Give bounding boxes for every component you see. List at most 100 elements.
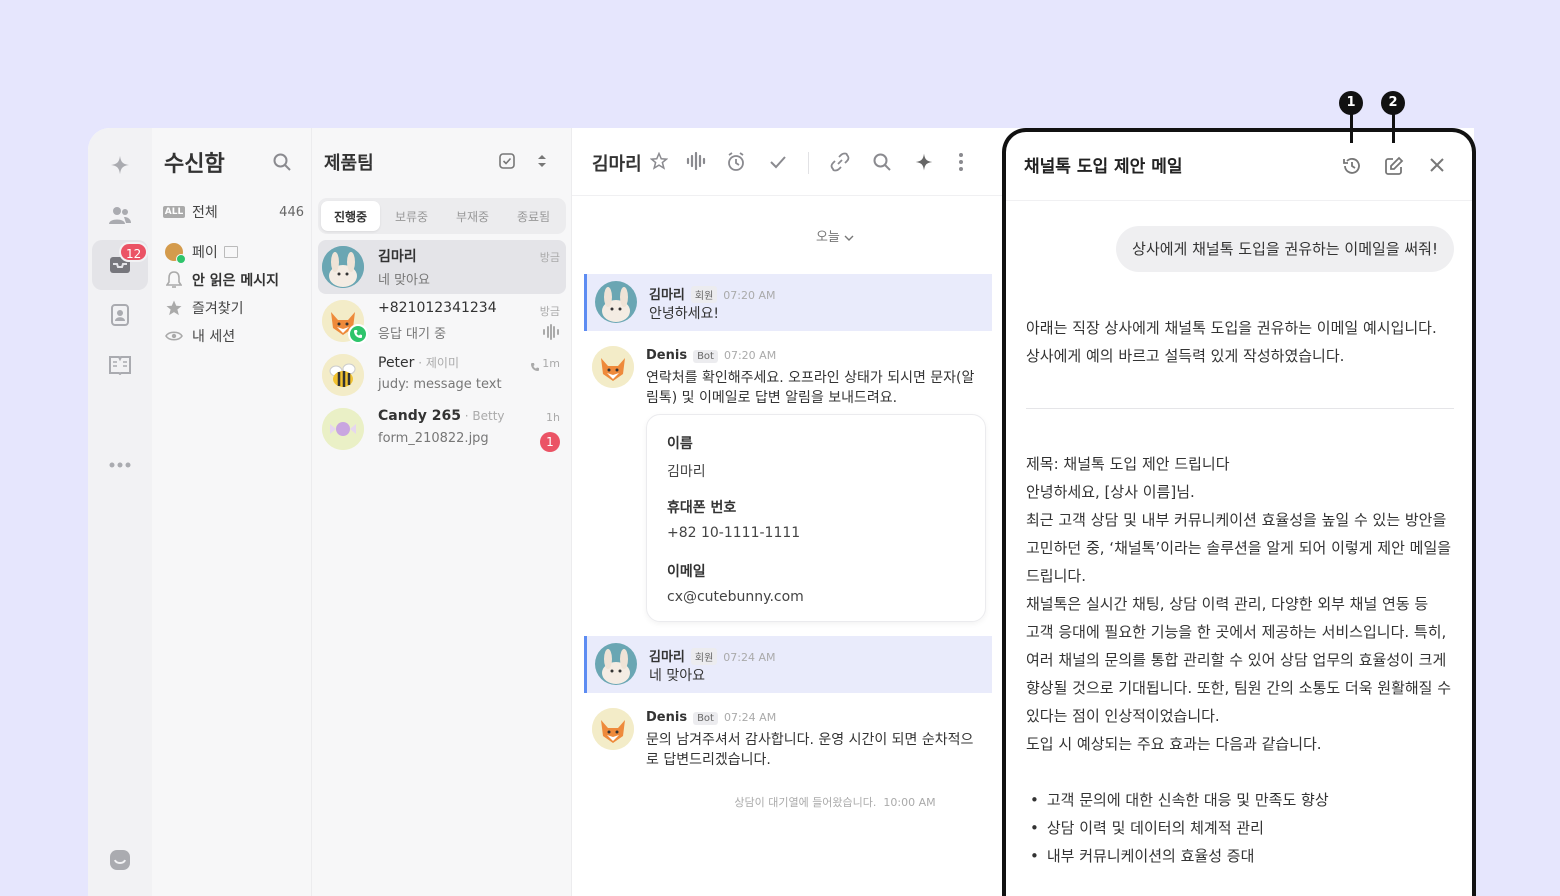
conversation-title: 김마리 — [592, 154, 642, 175]
email-paragraph-2: 채널톡은 실시간 채팅, 상담 이력 관리, 다양한 외부 채널 연동 등 고객… — [1026, 595, 1452, 725]
fox-avatar — [592, 708, 634, 750]
alarm-clock-icon[interactable] — [726, 152, 746, 176]
chat-list-item[interactable]: +821012341234 응답 대기 중 방금 — [318, 294, 566, 348]
team-icon[interactable] — [92, 190, 148, 240]
chat-preview: 응답 대기 중 — [378, 327, 447, 342]
list-item: 상담 이력 및 데이터의 체계적 관리 — [1030, 814, 1450, 842]
chat-time: 1m — [542, 357, 560, 370]
chat-time: 1h — [546, 411, 560, 424]
document-icon[interactable] — [92, 340, 148, 390]
list-item: 고객 문의에 대한 신속한 대응 및 만족도 향상 — [1030, 786, 1450, 814]
sort-icon[interactable] — [536, 152, 548, 174]
eye-icon — [164, 326, 184, 346]
chat-list-panel: 제품팀 진행중 보류중 부재중 종료됨 김마리 네 맞아요 방금 +821012… — [312, 128, 572, 896]
nav-item-my-sessions[interactable]: 내 세션 — [164, 324, 304, 348]
panel-divider — [1006, 200, 1472, 201]
bunny-avatar — [322, 246, 364, 288]
chat-name: +821012341234 — [378, 300, 497, 316]
chat-list-item[interactable]: 김마리 네 맞아요 방금 — [318, 240, 566, 294]
inbox-title: 수신함 — [164, 152, 225, 177]
pay-avatar — [164, 242, 186, 264]
conversation-header: 김마리 — [572, 128, 1002, 196]
audio-wave-icon[interactable] — [686, 151, 706, 174]
tab-in-progress[interactable]: 진행중 — [321, 201, 380, 231]
bell-icon — [164, 270, 184, 290]
search-icon[interactable] — [872, 152, 892, 176]
nav-item-unread[interactable]: 안 읽은 메시지 — [164, 268, 304, 292]
all-count: 446 — [279, 204, 304, 220]
email-paragraph-1: 최근 고객 상담 및 내부 커뮤니케이션 효율성을 높일 수 있는 방안을 고민… — [1026, 511, 1452, 585]
message-sender: 김마리 회원 07:24 AM — [649, 648, 776, 665]
bee-avatar — [322, 354, 364, 396]
history-icon[interactable] — [1342, 156, 1362, 180]
message[interactable]: Denis Bot 07:24 AM 문의 남겨주셔서 감사합니다. 운영 시간이 … — [584, 702, 992, 772]
chat-logo-icon[interactable] — [92, 835, 148, 885]
response-intro: 아래는 직장 상사에게 채널톡 도입을 권유하는 이메일 예시입니다. 상사에게… — [1026, 319, 1437, 365]
building-icon — [223, 246, 238, 258]
chat-preview: 네 맞아요 — [378, 273, 430, 288]
message-text: 문의 남겨주셔서 감사합니다. 운영 시간이 되면 순차적으로 답변드리겠습니다… — [646, 732, 974, 768]
header-divider — [808, 152, 809, 174]
chat-preview: judy: message text — [378, 377, 502, 392]
benefit-list: 고객 문의에 대한 신속한 대응 및 만족도 향상 상담 이력 및 데이터의 체… — [1030, 786, 1450, 870]
icon-rail: 12 AI — [88, 128, 152, 896]
message-sender: Denis Bot 07:24 AM — [646, 710, 777, 725]
edit-icon[interactable] — [1384, 156, 1404, 180]
sparkle-icon[interactable] — [914, 152, 934, 176]
check-square-icon[interactable] — [498, 152, 516, 174]
form-value-name: 김마리 — [667, 464, 706, 480]
close-icon[interactable] — [1428, 156, 1446, 178]
response-divider — [1026, 408, 1454, 409]
bunny-avatar — [595, 643, 637, 685]
link-icon[interactable] — [830, 152, 850, 176]
callout-2-line — [1392, 113, 1395, 143]
tab-on-hold[interactable]: 보류중 — [382, 201, 441, 231]
nav-item-pay[interactable]: 페이 — [164, 240, 304, 264]
nav-item-favorites[interactable]: 즐겨찾기 — [164, 296, 304, 320]
message[interactable]: Denis Bot 07:20 AM 연락처를 확인해주세요. 오프라인 상태가 되… — [584, 340, 992, 410]
phone-call-icon — [348, 324, 368, 344]
chat-list-item[interactable]: Candy 265 · Betty form_210822.jpg 1h 1 — [318, 402, 566, 456]
form-label-email: 이메일 — [667, 564, 706, 580]
chat-time: 방금 — [539, 251, 560, 264]
form-label-name: 이름 — [667, 436, 693, 452]
unread-badge: 1 — [540, 432, 560, 452]
callout-2: 2 — [1381, 91, 1405, 115]
chat-time: 방금 — [539, 305, 560, 318]
nav-item-all[interactable]: ALL 전체 446 — [162, 200, 304, 224]
tab-missed[interactable]: 부재중 — [443, 201, 502, 231]
conversation-panel: 김마리 오늘 김마리 회원 07:20 AM 안녕하세요! Denis Bot … — [572, 128, 1002, 896]
candy-avatar — [322, 408, 364, 450]
message-text: 연락처를 확인해주세요. 오프라인 상태가 되시면 문자(알림톡) 및 이메일로… — [646, 370, 975, 406]
bunny-avatar — [595, 281, 637, 323]
chat-preview: form_210822.jpg — [378, 431, 489, 446]
form-label-phone: 휴대폰 번호 — [667, 500, 737, 516]
status-tabs: 진행중 보류중 부재중 종료됨 — [318, 198, 566, 234]
sparkle-icon[interactable] — [92, 140, 148, 190]
message-sender: Denis Bot 07:20 AM — [646, 348, 777, 363]
check-icon[interactable] — [768, 152, 788, 176]
ai-icon[interactable]: AI — [92, 390, 148, 440]
contacts-icon[interactable] — [92, 290, 148, 340]
more-icon[interactable] — [92, 440, 148, 490]
message-highlighted[interactable]: 김마리 회원 07:20 AM 안녕하세요! — [584, 274, 992, 331]
email-paragraph-3: 도입 시 예상되는 주요 효과는 다음과 같습니다. — [1026, 735, 1322, 753]
star-outline-icon[interactable] — [649, 151, 669, 174]
message-text: 안녕하세요! — [649, 306, 720, 322]
message-text: 네 맞아요 — [649, 668, 705, 684]
phone-icon — [530, 357, 540, 376]
user-prompt-bubble: 상사에게 채널톡 도입을 권유하는 이메일을 써줘! — [1116, 226, 1454, 272]
inbox-unread-badge: 12 — [119, 242, 149, 262]
tab-closed[interactable]: 종료됨 — [504, 201, 563, 231]
callout-1-line — [1350, 113, 1353, 143]
ai-panel: 채널톡 도입 제안 메일 상사에게 채널톡 도입을 권유하는 이메일을 써줘! … — [1002, 128, 1476, 896]
message-highlighted[interactable]: 김마리 회원 07:24 AM 네 맞아요 — [584, 636, 992, 693]
email-greeting: 안녕하세요, [상사 이름]님. — [1026, 483, 1195, 501]
fox-avatar — [592, 346, 634, 388]
more-vertical-icon[interactable] — [958, 152, 964, 176]
chat-list-item[interactable]: Peter · 제이미 judy: message text 1m — [318, 348, 566, 402]
all-icon: ALL — [162, 206, 186, 218]
form-value-email: cx@cutebunny.com — [667, 589, 804, 605]
search-icon[interactable] — [272, 152, 292, 176]
star-icon — [164, 298, 184, 318]
